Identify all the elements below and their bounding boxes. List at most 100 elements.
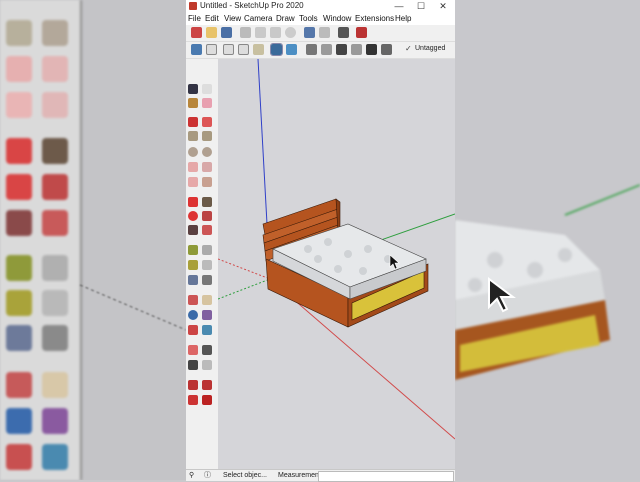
info-icon[interactable]: ⓘ <box>204 470 211 481</box>
house-icon[interactable] <box>336 44 347 55</box>
minimize-button[interactable]: — <box>388 0 410 12</box>
section-icon[interactable] <box>351 44 362 55</box>
background-right <box>455 0 640 480</box>
menu-file[interactable]: File <box>188 12 201 25</box>
polygon-icon[interactable] <box>202 147 212 157</box>
move-icon[interactable] <box>188 197 198 207</box>
active-tag-dropdown[interactable]: Untagged <box>415 45 445 52</box>
circle-icon[interactable] <box>188 147 198 157</box>
menu-edit[interactable]: Edit <box>205 12 219 25</box>
menu-extensions[interactable]: Extensions <box>355 12 394 25</box>
menu-camera[interactable]: Camera <box>244 12 272 25</box>
pan-icon[interactable] <box>202 295 212 305</box>
menu-tools[interactable]: Tools <box>299 12 318 25</box>
paint-bucket-icon[interactable] <box>188 98 198 108</box>
print-icon[interactable] <box>338 27 349 38</box>
red-axis-negative <box>218 258 271 280</box>
zoom-icon[interactable] <box>188 310 198 320</box>
zoom-extents-icon[interactable] <box>188 325 198 335</box>
freehand-icon[interactable] <box>202 117 212 127</box>
background-cursor-icon <box>488 277 516 313</box>
section-plane-icon[interactable] <box>202 360 212 370</box>
menu-window[interactable]: Window <box>323 12 351 25</box>
look-around-icon[interactable] <box>202 345 212 355</box>
layers-icon[interactable] <box>381 44 392 55</box>
text-icon[interactable] <box>202 260 212 270</box>
shaded-style-icon[interactable] <box>286 44 297 55</box>
model-canvas[interactable] <box>218 59 455 469</box>
views-styles-toolbar: ✓ Untagged <box>186 42 455 59</box>
arc-icon[interactable] <box>188 162 198 172</box>
sketchup-logo-icon <box>189 2 197 10</box>
menu-draw[interactable]: Draw <box>276 12 295 25</box>
title-bar: Untitled - SketchUp Pro 2020 — ☐ ✕ <box>186 0 455 12</box>
window-title: Untitled - SketchUp Pro 2020 <box>200 1 304 10</box>
tag-check-icon: ✓ <box>405 44 412 53</box>
orbit-icon[interactable] <box>188 295 198 305</box>
iso-view-icon[interactable] <box>191 44 202 55</box>
walk-icon[interactable] <box>188 360 198 370</box>
new-file-icon[interactable] <box>191 27 202 38</box>
background-left-axis <box>79 284 186 331</box>
3d-text-icon[interactable] <box>202 275 212 285</box>
back-view-icon[interactable] <box>253 44 264 55</box>
extension-manager-icon[interactable] <box>202 395 212 405</box>
model-info-icon[interactable] <box>356 27 367 38</box>
geolocation-icon[interactable]: ⚲ <box>189 470 194 481</box>
xray-style-icon[interactable] <box>270 43 283 56</box>
menu-view[interactable]: View <box>224 12 241 25</box>
background-right-zoomed-bed <box>455 184 640 380</box>
background-left <box>0 0 186 480</box>
components-icon[interactable] <box>321 44 332 55</box>
component-icon[interactable] <box>202 84 212 94</box>
large-tool-set <box>186 59 218 469</box>
sketchup-window: Untitled - SketchUp Pro 2020 — ☐ ✕ File … <box>186 0 455 482</box>
measurements-input[interactable] <box>318 471 454 482</box>
scale-icon[interactable] <box>188 225 198 235</box>
redo-icon[interactable] <box>319 27 330 38</box>
rotate-icon[interactable] <box>188 211 198 221</box>
follow-me-icon[interactable] <box>202 211 212 221</box>
warehouse-icon[interactable] <box>306 44 317 55</box>
save-icon[interactable] <box>221 27 232 38</box>
close-button[interactable]: ✕ <box>432 0 454 12</box>
status-bar: ⚲ ⓘ Select objec... Measurements <box>186 469 455 482</box>
menu-help[interactable]: Help <box>395 12 411 25</box>
maximize-button[interactable]: ☐ <box>410 0 432 12</box>
extension-warehouse-icon[interactable] <box>202 380 212 390</box>
undo-icon[interactable] <box>304 27 315 38</box>
axes-icon[interactable] <box>188 275 198 285</box>
tape-measure-icon[interactable] <box>188 245 198 255</box>
zoom-window-icon[interactable] <box>202 310 212 320</box>
rotated-rectangle-icon[interactable] <box>202 131 212 141</box>
open-folder-icon[interactable] <box>206 27 217 38</box>
copy-icon[interactable] <box>255 27 266 38</box>
three-point-arc-icon[interactable] <box>188 177 198 187</box>
offset-icon[interactable] <box>202 225 212 235</box>
position-camera-icon[interactable] <box>188 345 198 355</box>
cut-icon[interactable] <box>240 27 251 38</box>
status-hint-text: Select objec... <box>223 472 267 479</box>
previous-view-icon[interactable] <box>202 325 212 335</box>
menu-bar: File Edit View Camera Draw Tools Window … <box>186 12 455 25</box>
pie-icon[interactable] <box>202 177 212 187</box>
paste-icon[interactable] <box>270 27 281 38</box>
protractor-icon[interactable] <box>188 260 198 270</box>
select-arrow-icon[interactable] <box>188 84 198 94</box>
erase-icon[interactable] <box>285 27 296 38</box>
top-view-icon[interactable] <box>206 44 217 55</box>
rectangle-icon[interactable] <box>188 131 198 141</box>
dimension-icon[interactable] <box>202 245 212 255</box>
standard-toolbar <box>186 25 455 42</box>
warehouse-icon[interactable] <box>188 380 198 390</box>
green-axis-negative <box>218 278 271 300</box>
eraser-icon[interactable] <box>202 98 212 108</box>
send-to-layout-icon[interactable] <box>188 395 198 405</box>
push-pull-icon[interactable] <box>202 197 212 207</box>
two-point-arc-icon[interactable] <box>202 162 212 172</box>
home-icon[interactable] <box>366 44 377 55</box>
drawing-viewport[interactable] <box>218 59 455 469</box>
front-view-icon[interactable] <box>223 44 234 55</box>
right-view-icon[interactable] <box>238 44 249 55</box>
line-icon[interactable] <box>188 117 198 127</box>
